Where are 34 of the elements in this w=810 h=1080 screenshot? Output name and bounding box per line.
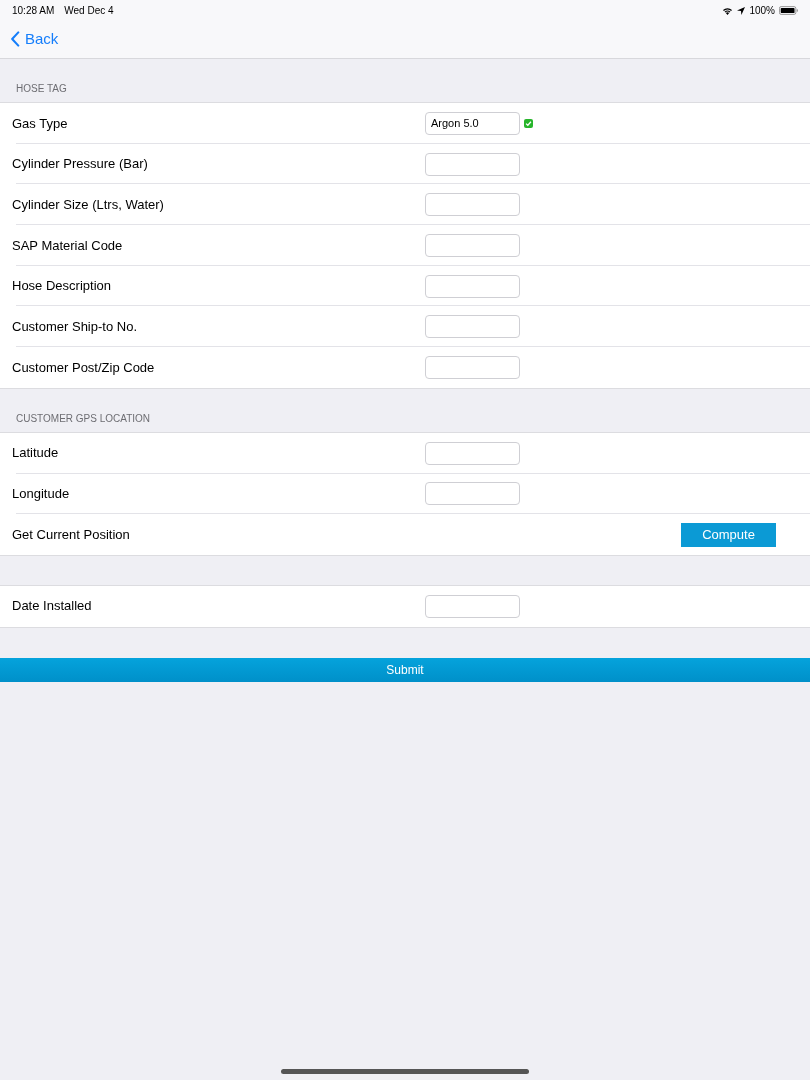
input-field[interactable] xyxy=(425,482,520,506)
input-field[interactable] xyxy=(425,193,520,217)
chevron-left-icon xyxy=(10,31,20,47)
input-field[interactable] xyxy=(425,233,520,257)
input-field[interactable] xyxy=(425,355,520,379)
status-time: 10:28 AM xyxy=(12,4,55,18)
row-label: Customer Post/Zip Code xyxy=(11,358,156,377)
input-field[interactable] xyxy=(425,441,520,465)
row-label: Hose Description xyxy=(11,277,112,296)
row-label: Latitude xyxy=(11,444,60,463)
row-label: Cylinder Size (Ltrs, Water) xyxy=(11,195,165,214)
row-label: Customer Ship-to No. xyxy=(11,318,138,337)
row-label: Get Current Position xyxy=(11,525,131,544)
row-label: Cylinder Pressure (Bar) xyxy=(11,155,149,174)
battery-percent: 100% xyxy=(749,4,775,18)
input-field[interactable]: Argon 5.0 xyxy=(425,111,520,135)
input-field[interactable] xyxy=(425,152,520,176)
submit-button[interactable]: Submit xyxy=(0,657,810,682)
row-label: Date Installed xyxy=(11,597,93,616)
checkbox[interactable] xyxy=(524,118,533,128)
input-field[interactable] xyxy=(425,315,520,339)
status-date: Wed Dec 4 xyxy=(64,4,114,18)
back-button[interactable]: Back xyxy=(0,27,59,51)
row-label: Gas Type xyxy=(11,114,69,133)
section-header: CUSTOMER GPS LOCATION xyxy=(16,411,151,426)
battery-icon xyxy=(779,6,798,15)
wifi-icon xyxy=(722,6,734,15)
input-field[interactable] xyxy=(425,274,520,298)
location-arrow-icon xyxy=(737,6,746,15)
input-field[interactable] xyxy=(425,594,520,618)
row-label: Longitude xyxy=(11,485,71,504)
row-label: SAP Material Code xyxy=(11,236,124,255)
compute-button[interactable]: Compute xyxy=(681,522,776,547)
section-header: HOSE TAG xyxy=(16,82,67,96)
